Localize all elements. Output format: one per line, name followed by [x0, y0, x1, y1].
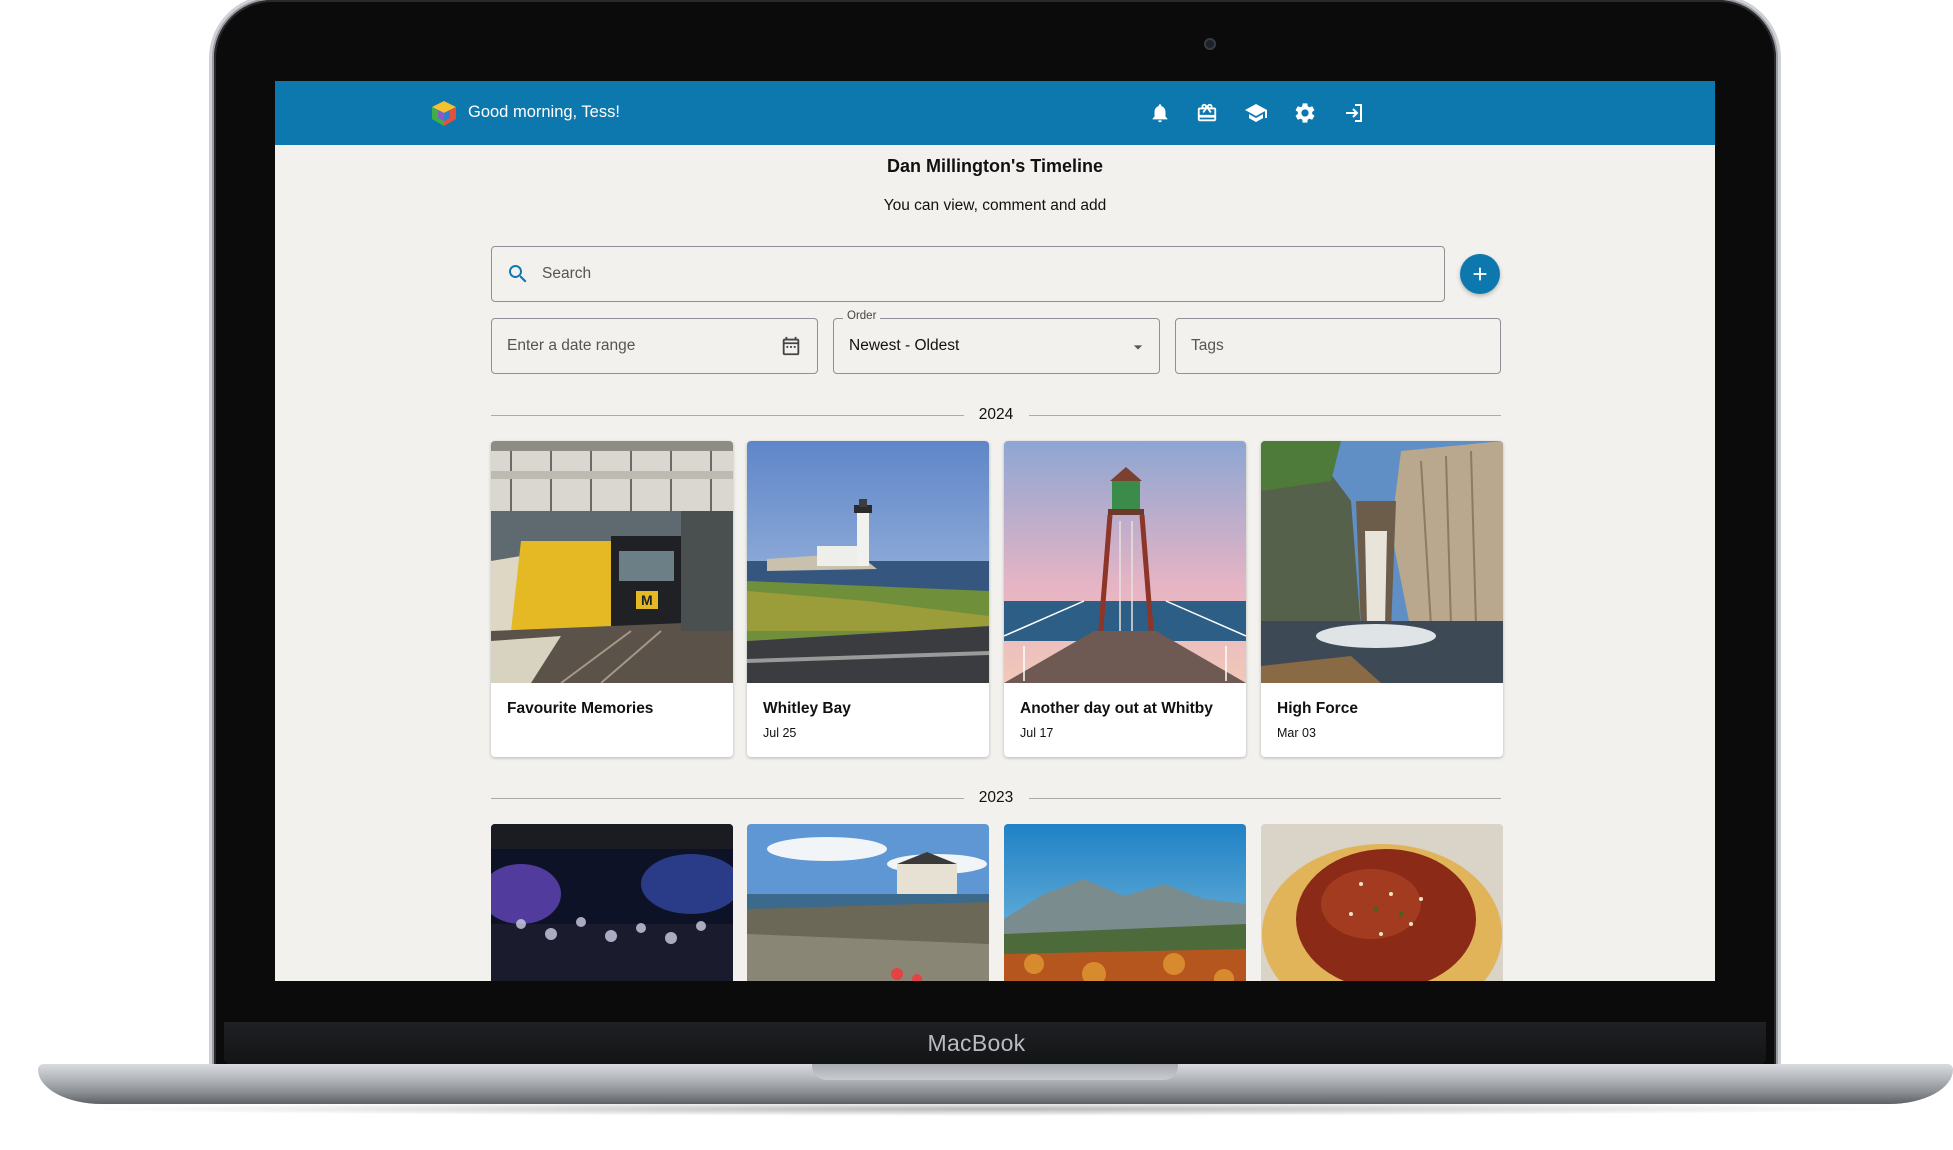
memory-card-2023-mountains[interactable]	[1004, 824, 1246, 981]
memory-card-2023-food[interactable]	[1261, 824, 1503, 981]
memory-card-high-force[interactable]: High Force Mar 03	[1261, 441, 1503, 757]
spaghetti-photo	[1261, 824, 1503, 981]
order-label: Order	[843, 310, 881, 322]
app-logo-icon	[432, 101, 456, 126]
year-divider-2023: 2023	[491, 788, 1501, 808]
memory-card-2023-coast[interactable]	[747, 824, 989, 981]
tags-field[interactable]: Tags	[1175, 318, 1501, 374]
search-icon	[509, 265, 527, 283]
lighthouse-photo	[747, 441, 989, 683]
date-range-placeholder: Enter a date range	[507, 337, 636, 354]
divider-line	[1029, 415, 1501, 416]
search-field[interactable]	[491, 246, 1445, 302]
app-screen: Good morning, Tess! Dan Millington's Tim…	[275, 81, 1715, 981]
gear-icon	[1295, 103, 1315, 123]
plus-icon	[1473, 267, 1487, 281]
date-range-field[interactable]: Enter a date range	[491, 318, 818, 374]
card-date: Jul 17	[1020, 726, 1054, 740]
camera-icon	[1204, 38, 1216, 50]
greeting-text: Good morning, Tess!	[468, 103, 620, 121]
dropdown-arrow-icon	[1133, 345, 1143, 350]
page-subtitle: You can view, comment and add	[883, 197, 1107, 214]
notifications-button[interactable]	[1145, 98, 1175, 128]
concert-photo	[491, 824, 733, 981]
card-title: Another day out at Whitby	[1020, 700, 1213, 717]
memory-card-2023-concert[interactable]	[491, 824, 733, 981]
add-memory-button[interactable]	[1460, 254, 1500, 294]
learning-button[interactable]	[1241, 98, 1271, 128]
mountains-photo	[1004, 824, 1246, 981]
gift-icon	[1197, 103, 1217, 122]
coast-photo	[747, 824, 989, 981]
year-divider-2024: 2024	[491, 405, 1501, 425]
device-brand: MacBook	[927, 1030, 1026, 1056]
divider-line	[1029, 798, 1501, 799]
card-title: High Force	[1277, 700, 1358, 717]
settings-button[interactable]	[1290, 98, 1320, 128]
card-date: Mar 03	[1277, 726, 1316, 740]
bell-icon	[1152, 104, 1168, 123]
train-station-photo: M	[491, 441, 733, 684]
top-app-bar: Good morning, Tess!	[275, 81, 1715, 145]
gifts-button[interactable]	[1192, 98, 1222, 128]
laptop-shadow	[70, 1102, 1920, 1116]
logout-button[interactable]	[1339, 98, 1369, 128]
memory-card-whitley-bay[interactable]: Whitley Bay Jul 25	[747, 441, 989, 757]
pier-lighthouse-photo	[1004, 441, 1246, 683]
tags-placeholder: Tags	[1191, 337, 1224, 354]
memory-card-favourite-memories[interactable]: M Favourite Memories	[491, 441, 733, 757]
graduation-cap-icon	[1245, 104, 1267, 122]
svg-text:M: M	[641, 592, 653, 608]
card-date: Jul 25	[763, 726, 797, 740]
calendar-icon[interactable]	[780, 335, 802, 357]
memory-card-whitby[interactable]: Another day out at Whitby Jul 17	[1004, 441, 1246, 757]
laptop-notch	[812, 1064, 1178, 1080]
card-title: Whitley Bay	[763, 700, 851, 717]
order-value: Newest - Oldest	[849, 337, 960, 354]
logout-icon	[1346, 104, 1362, 122]
order-select[interactable]: Order Newest - Oldest	[833, 310, 1160, 374]
waterfall-photo	[1261, 441, 1503, 683]
page-title: Dan Millington's Timeline	[887, 156, 1103, 176]
card-title: Favourite Memories	[507, 700, 654, 717]
search-input[interactable]	[542, 265, 1422, 283]
